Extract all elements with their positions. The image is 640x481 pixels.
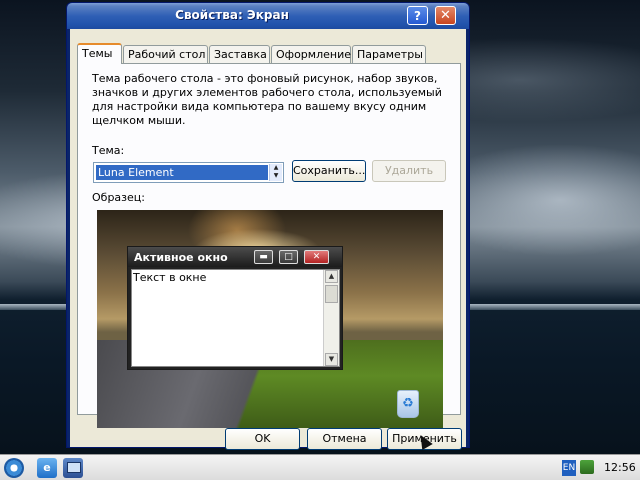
preview-active-window: Активное окно ▬ □ ✕ Текст в окне ▲ ▼: [127, 246, 343, 370]
themes-panel: Тема рабочего стола - это фоновый рисуно…: [77, 63, 461, 428]
ok-button[interactable]: OK: [225, 428, 300, 450]
tab-appearance[interactable]: Оформление: [271, 45, 351, 63]
dropdown-spin-icon[interactable]: ▲ ▼: [269, 164, 282, 181]
tab-screensaver[interactable]: Заставка: [209, 45, 270, 63]
delete-theme-button[interactable]: Удалить: [372, 160, 446, 182]
theme-label: Тема:: [92, 144, 125, 157]
help-button[interactable]: ?: [407, 6, 428, 25]
tab-themes[interactable]: Темы: [77, 43, 122, 64]
network-icon[interactable]: [580, 460, 594, 474]
recycle-bin-icon: ♻: [397, 390, 419, 418]
window-title: Свойства: Экран: [175, 8, 289, 22]
title-bar[interactable]: Свойства: Экран ? ✕: [67, 3, 469, 29]
system-tray: EN 12:56: [556, 455, 640, 481]
internet-explorer-icon[interactable]: e: [37, 458, 57, 478]
window-client-area: Темы Рабочий стол Заставка Оформление Па…: [70, 29, 466, 450]
start-orb-icon[interactable]: [4, 458, 24, 478]
close-button[interactable]: ✕: [435, 6, 456, 25]
theme-dropdown[interactable]: Luna Element ▲ ▼: [93, 162, 284, 183]
preview-label: Образец:: [92, 191, 145, 204]
preview-window-title: Активное окно: [134, 251, 228, 264]
scroll-up-icon: ▲: [325, 270, 338, 283]
tab-desktop[interactable]: Рабочий стол: [123, 45, 208, 63]
preview-minimize-icon: ▬: [254, 250, 273, 264]
preview-window-text: Текст в окне: [133, 271, 207, 284]
theme-dropdown-value: Luna Element: [96, 165, 268, 180]
language-indicator[interactable]: EN: [562, 460, 576, 476]
preview-maximize-icon: □: [279, 250, 298, 264]
display-properties-window: Свойства: Экран ? ✕ Темы Рабочий стол За…: [66, 2, 470, 450]
preview-scrollbar: ▲ ▼: [323, 270, 339, 366]
tab-settings[interactable]: Параметры: [352, 45, 426, 63]
themes-description: Тема рабочего стола - это фоновый рисуно…: [92, 72, 442, 127]
save-theme-button[interactable]: Сохранить...: [292, 160, 366, 182]
preview-window-body: Текст в окне ▲ ▼: [131, 269, 340, 367]
taskbar: e EN 12:56: [0, 454, 640, 480]
scroll-thumb: [325, 285, 338, 303]
show-desktop-icon[interactable]: [63, 458, 83, 478]
clock[interactable]: 12:56: [604, 461, 636, 474]
preview-title-bar: Активное окно ▬ □ ✕: [128, 247, 342, 267]
theme-preview: ♻ Активное окно ▬ □ ✕ Текст в окне ▲ ▼: [97, 210, 443, 428]
scroll-down-icon: ▼: [325, 353, 338, 366]
preview-close-icon: ✕: [304, 250, 329, 264]
cancel-button[interactable]: Отмена: [307, 428, 382, 450]
